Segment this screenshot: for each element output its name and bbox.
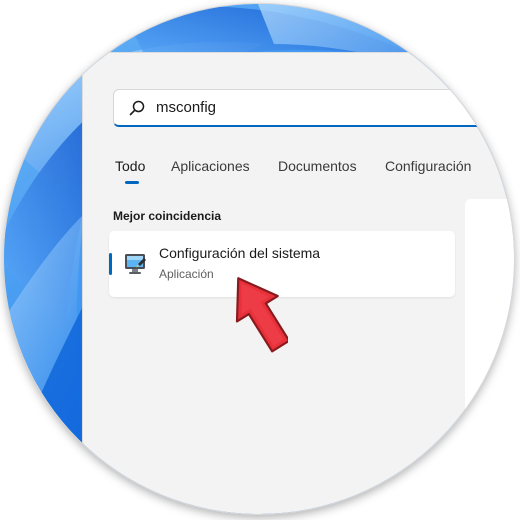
selection-indicator [109,253,112,275]
active-tab-indicator [125,181,139,184]
result-preview-pane [465,199,514,514]
pointer-arrow-icon [235,277,288,353]
tab-aplicaciones[interactable]: Aplicaciones [171,157,250,175]
system-configuration-icon [125,254,146,274]
filter-tabs: Todo Aplicaciones Documentos Configuraci… [113,157,514,187]
start-search-panel: msconfig Todo Aplicaciones Documentos Co… [82,52,514,514]
result-subtitle: Aplicación [159,267,214,281]
tab-documentos[interactable]: Documentos [278,157,357,175]
circular-zoom-frame: msconfig Todo Aplicaciones Documentos Co… [4,4,514,514]
screenshot-stage: msconfig Todo Aplicaciones Documentos Co… [0,0,520,520]
search-input[interactable]: msconfig [113,89,514,127]
search-query-text: msconfig [156,99,217,116]
search-icon [129,100,145,116]
tab-configuracion[interactable]: Configuración [385,157,471,175]
tab-todo[interactable]: Todo [115,157,145,175]
result-title: Configuración del sistema [159,245,321,261]
best-match-heading: Mejor coincidencia [113,209,222,223]
